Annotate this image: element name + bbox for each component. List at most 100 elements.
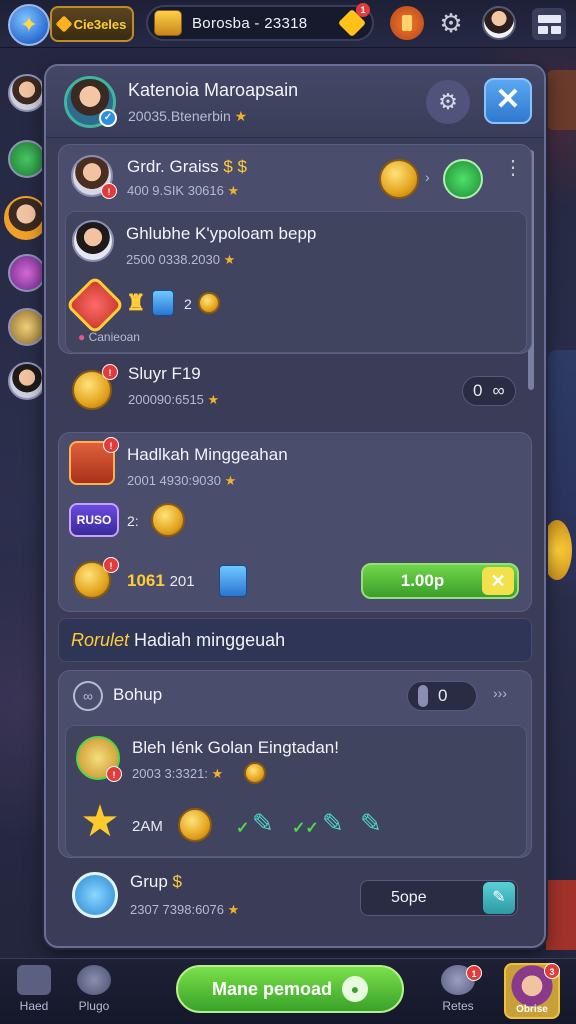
feather-icon: ✎ bbox=[322, 808, 344, 838]
reward-list: ! Grdr. Graiss $ $ 400 9.SIK 30616 ★ › ⋮… bbox=[58, 144, 532, 936]
notification-badge: 1 bbox=[466, 965, 482, 981]
panel-title: Katenoia Maroapsain bbox=[128, 80, 299, 100]
panel-settings-button[interactable]: ⚙ bbox=[426, 80, 470, 124]
notification-badge: ! bbox=[103, 437, 119, 453]
currency-display[interactable]: Borosba - 23318 1 bbox=[146, 3, 374, 41]
row-toggle[interactable]: 0 ∞ bbox=[462, 376, 516, 406]
item-title: Sluyr F19 bbox=[128, 364, 201, 383]
panel-subtitle: 20035.Btenerbin ★ bbox=[128, 108, 248, 124]
nav-play[interactable]: Plugo bbox=[64, 965, 124, 1013]
group-badge-icon bbox=[72, 872, 118, 918]
item-caption: ● Canieoan bbox=[78, 330, 140, 344]
row-toggle[interactable]: 0 bbox=[407, 681, 477, 711]
profile-button[interactable]: 3 Obrise bbox=[504, 963, 560, 1019]
list-item[interactable]: ! Hadlkah Minggeahan 2001 4930:9030 ★ RU… bbox=[58, 432, 532, 612]
top-bar: ✦ Cie3eles Borosba - 23318 1 ⚙ bbox=[0, 0, 576, 48]
profile-label: Obrise bbox=[516, 1004, 548, 1015]
list-item[interactable]: Grup $ 2307 7398:6076 ★ 5ope ✎ bbox=[58, 862, 532, 934]
green-reward-icon[interactable] bbox=[443, 159, 483, 199]
gold-medal-icon bbox=[379, 159, 419, 199]
notification-badge: 3 bbox=[544, 963, 560, 979]
notification-badge: ! bbox=[106, 766, 122, 782]
item-title: Hadlkah Minggeahan bbox=[127, 445, 288, 464]
star-icon: ★ bbox=[80, 797, 120, 846]
arrow-icon: › bbox=[425, 169, 430, 185]
item-subtitle: 2001 4930:9030 ★ bbox=[127, 473, 237, 488]
notification-badge: ! bbox=[103, 557, 119, 573]
panel-header: ✓ Katenoia Maroapsain 20035.Btenerbin ★ … bbox=[46, 66, 544, 138]
feather-icon: ✎ bbox=[360, 808, 382, 838]
friend-avatar[interactable] bbox=[72, 220, 114, 262]
star-icon: ★ bbox=[234, 108, 248, 124]
section-header: Rorulet Hadiah minggeuah bbox=[58, 618, 532, 662]
main-action-button[interactable]: Mane pemoad ● bbox=[176, 965, 404, 1013]
chevron-right-icon[interactable]: ››› bbox=[493, 685, 507, 701]
rail-avatar-active[interactable] bbox=[4, 196, 48, 240]
nav-home[interactable]: Haed bbox=[4, 965, 64, 1013]
panel-avatar[interactable]: ✓ bbox=[64, 76, 117, 128]
item-subtitle: 2500 0338.2030 ★ bbox=[126, 252, 236, 267]
coin-icon bbox=[244, 762, 266, 784]
item-title: Grdr. Graiss $ $ bbox=[127, 157, 247, 176]
claim-reward-button[interactable]: 1.00p ✕ bbox=[361, 563, 519, 599]
bottom-navigation: Haed Plugo Mane pemoad ● Retes 1 3 Obris… bbox=[0, 958, 576, 1024]
multiplier-text: 2: bbox=[127, 513, 139, 529]
rail-orb-icon[interactable] bbox=[8, 254, 46, 292]
item-title: Ghlubhe K'ypoloam bepp bbox=[126, 224, 317, 243]
medal-badge-icon bbox=[65, 275, 125, 335]
rail-check-icon[interactable] bbox=[8, 140, 46, 178]
nav-rewards[interactable]: Retes 1 bbox=[428, 965, 488, 1013]
coin-icon bbox=[178, 808, 212, 842]
verified-badge-icon: ✓ bbox=[99, 109, 117, 127]
close-button[interactable]: ✕ bbox=[484, 78, 532, 124]
home-icon bbox=[17, 965, 51, 995]
check-icon: ✓ bbox=[236, 820, 250, 837]
group-input-field[interactable]: 5ope ✎ bbox=[360, 880, 518, 916]
reward-count: 2 bbox=[184, 296, 192, 312]
item-title: Bleh Iénk Golan Eingtadan! bbox=[132, 738, 339, 757]
shield-icon[interactable] bbox=[390, 6, 424, 40]
list-item[interactable]: ! Grdr. Graiss $ $ 400 9.SIK 30616 ★ › ⋮… bbox=[58, 144, 532, 354]
rail-avatar-1[interactable] bbox=[8, 74, 46, 112]
more-options-icon[interactable]: ⋮ bbox=[503, 158, 523, 178]
brand-chip[interactable]: Cie3eles bbox=[50, 6, 134, 42]
background-decor bbox=[546, 70, 576, 130]
rail-avatar-2[interactable] bbox=[8, 362, 46, 400]
item-subtitle: 400 9.SIK 30616 ★ bbox=[127, 183, 240, 198]
menu-grid-icon[interactable] bbox=[532, 8, 566, 40]
gem-icon bbox=[55, 15, 73, 33]
group-icon: ∞ bbox=[73, 681, 103, 711]
currency-text: Borosba - 23318 bbox=[192, 14, 308, 32]
item-title: Bohup bbox=[113, 685, 163, 704]
feather-icon: ✎ bbox=[252, 808, 274, 838]
edit-icon[interactable]: ✎ bbox=[483, 882, 515, 914]
gear-icon[interactable]: ⚙ bbox=[434, 6, 468, 40]
play-icon bbox=[77, 965, 111, 995]
gift-box-icon bbox=[152, 290, 174, 316]
list-item[interactable]: ! Sluyr F19 200090:6515 ★ 0 ∞ bbox=[58, 356, 532, 424]
coin-icon bbox=[151, 503, 185, 537]
brand-label: Cie3eles bbox=[73, 16, 127, 32]
user-avatar[interactable] bbox=[482, 6, 516, 40]
coin-icon bbox=[198, 292, 220, 314]
rewards-panel: ✓ Katenoia Maroapsain 20035.Btenerbin ★ … bbox=[44, 64, 546, 948]
notification-badge: ! bbox=[102, 364, 118, 380]
trophy-icon: ♜ bbox=[126, 290, 146, 315]
tag-badge: RUSO bbox=[69, 503, 119, 537]
rail-chest-icon[interactable] bbox=[8, 308, 46, 346]
close-small-icon: ✕ bbox=[482, 567, 514, 595]
notification-badge: ! bbox=[101, 183, 117, 199]
reward-amount: 1061 201 bbox=[127, 571, 195, 590]
inner-reward-card: ! Bleh Iénk Golan Eingtadan! 2003 3:3321… bbox=[65, 725, 527, 857]
currency-notification-badge: 1 bbox=[356, 3, 370, 17]
check-icon: ✓✓ bbox=[292, 820, 319, 837]
list-item[interactable]: ∞ Bohup 0 ››› ! Bleh Iénk Golan Eingtada… bbox=[58, 670, 532, 858]
chat-icon: ● bbox=[342, 976, 369, 1002]
background-decor bbox=[546, 880, 576, 950]
link-icon: ∞ bbox=[492, 381, 505, 400]
inner-reward-card: Ghlubhe K'ypoloam bepp 2500 0338.2030 ★ … bbox=[65, 211, 527, 353]
item-title: Grup $ bbox=[130, 872, 182, 891]
item-subtitle: 2003 3:3321: ★ bbox=[132, 766, 224, 781]
background-coin-decor bbox=[542, 520, 572, 580]
app-logo-icon[interactable]: ✦ bbox=[8, 4, 50, 46]
